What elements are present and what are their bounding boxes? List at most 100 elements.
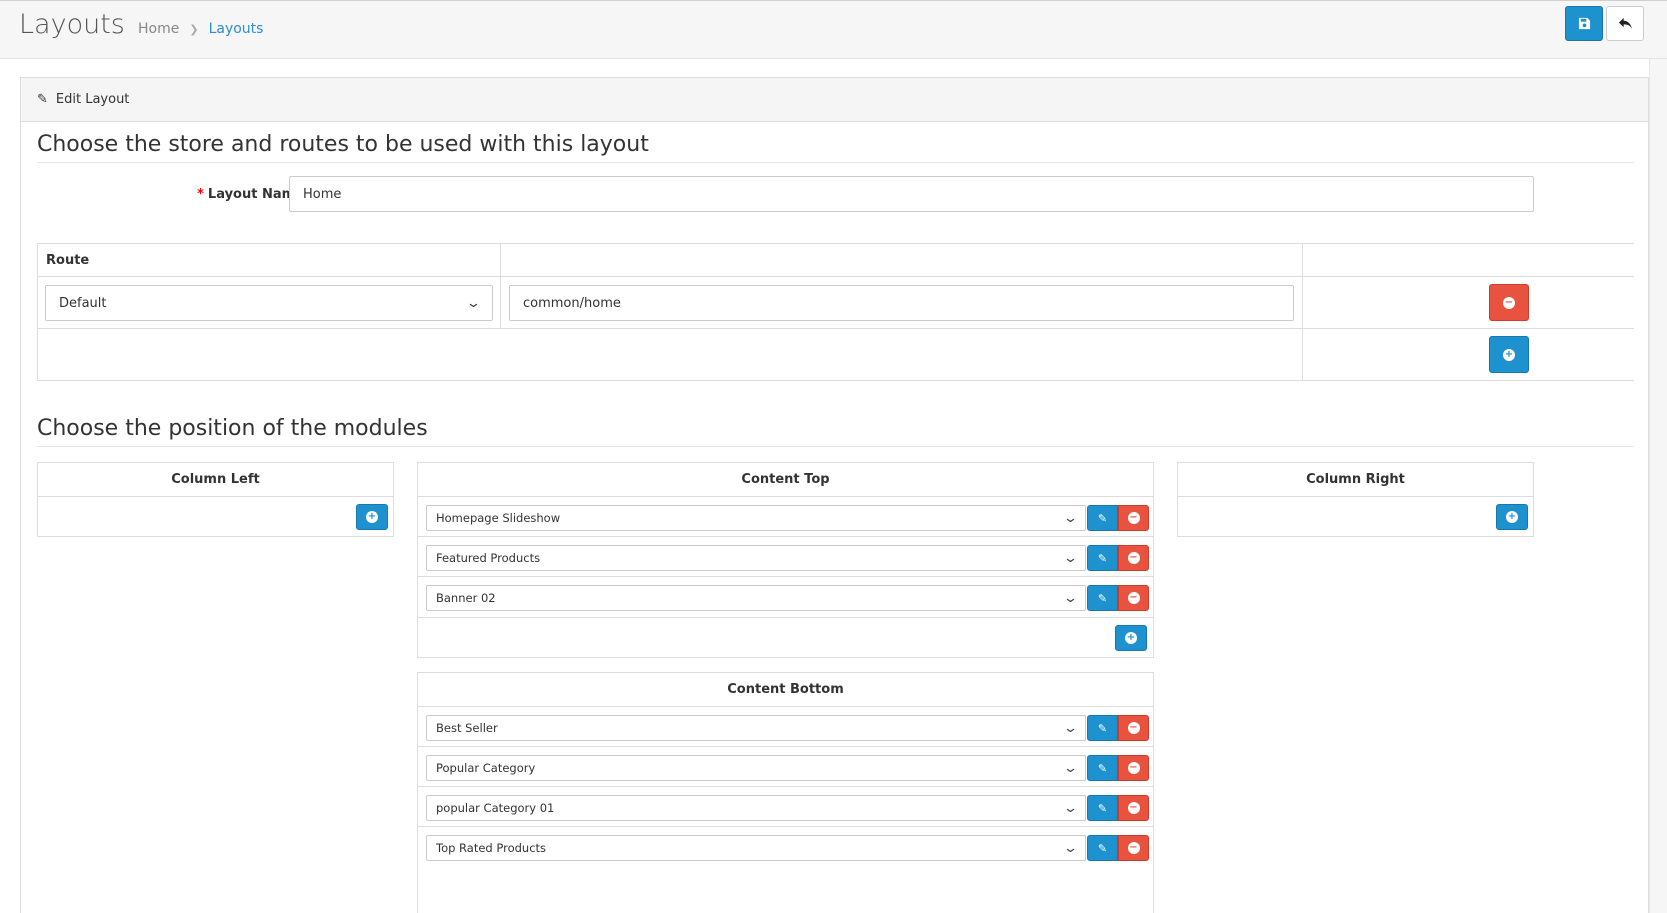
pencil-icon: ✎ — [37, 92, 48, 107]
minus-circle-icon: − — [1127, 722, 1140, 734]
module-select[interactable]: Best Seller ⌄ — [426, 715, 1086, 741]
column-left-footer: + — [38, 497, 393, 536]
module-select-value: Best Seller — [436, 721, 498, 735]
module-select[interactable]: popular Category 01 ⌄ — [426, 795, 1086, 821]
route-table: Route Default ⌄ common/home − + — [37, 243, 1634, 381]
chevron-down-icon: ⌄ — [1062, 510, 1079, 526]
module-select[interactable]: Homepage Slideshow ⌄ — [426, 505, 1086, 531]
column-right-table: Column Right + — [1177, 462, 1534, 537]
add-module-button[interactable]: + — [1115, 625, 1147, 651]
content-top-header: Content Top — [418, 463, 1153, 497]
route-header-action — [1302, 244, 1634, 276]
remove-module-button[interactable]: − — [1118, 545, 1149, 571]
edit-module-button[interactable]: ✎ — [1087, 505, 1118, 531]
minus-circle-icon: − — [1127, 592, 1140, 604]
edit-module-button[interactable]: ✎ — [1087, 545, 1118, 571]
remove-module-button[interactable]: − — [1118, 795, 1149, 821]
back-button[interactable] — [1606, 6, 1644, 41]
pencil-icon: ✎ — [1097, 551, 1108, 565]
pencil-icon: ✎ — [1097, 721, 1108, 735]
route-action-cell: − — [1302, 277, 1634, 328]
module-select[interactable]: Featured Products ⌄ — [426, 545, 1086, 571]
chevron-down-icon: ⌄ — [1062, 590, 1079, 606]
chevron-down-icon: ⌄ — [1062, 840, 1079, 856]
route-input[interactable]: common/home — [509, 285, 1294, 321]
plus-circle-icon: + — [366, 511, 378, 523]
remove-module-button[interactable]: − — [1118, 835, 1149, 861]
required-asterisk: * — [197, 187, 204, 202]
chevron-down-icon: ⌄ — [465, 295, 482, 311]
page-header: Layouts Home ❯ Layouts — [0, 0, 1667, 59]
save-button[interactable] — [1565, 6, 1603, 41]
module-row: Top Rated Products ⌄ ✎ − — [418, 827, 1153, 867]
remove-module-button[interactable]: − — [1118, 755, 1149, 781]
panel-heading: ✎ Edit Layout — [21, 78, 1648, 122]
edit-module-button[interactable]: ✎ — [1087, 585, 1118, 611]
content-top-footer: + — [418, 618, 1153, 657]
reply-icon — [1618, 17, 1632, 30]
module-row: popular Category 01 ⌄ ✎ − — [418, 787, 1153, 827]
content-bottom-table: Content Bottom Best Seller ⌄ ✎ − Popular … — [417, 672, 1154, 913]
remove-module-button[interactable]: − — [1118, 585, 1149, 611]
plus-circle-icon: + — [1506, 511, 1518, 523]
route-table-header: Route — [37, 244, 1634, 277]
edit-module-button[interactable]: ✎ — [1087, 755, 1118, 781]
column-right-header: Column Right — [1178, 463, 1533, 497]
store-section-title: Choose the store and routes to be used w… — [37, 132, 649, 157]
module-select[interactable]: Banner 02 ⌄ — [426, 585, 1086, 611]
add-module-button[interactable]: + — [356, 504, 388, 530]
module-select[interactable]: Top Rated Products ⌄ — [426, 835, 1086, 861]
panel-heading-label: Edit Layout — [55, 92, 130, 107]
breadcrumb-layouts-link[interactable]: Layouts — [209, 21, 264, 37]
minus-circle-icon: − — [1503, 296, 1515, 309]
column-left-header: Column Left — [38, 463, 393, 497]
layout-name-input[interactable]: Home — [289, 176, 1534, 212]
edit-module-button[interactable]: ✎ — [1087, 795, 1118, 821]
plus-circle-icon: + — [1125, 632, 1137, 644]
remove-module-button[interactable]: − — [1118, 505, 1149, 531]
module-select[interactable]: Popular Category ⌄ — [426, 755, 1086, 781]
minus-circle-icon: − — [1127, 552, 1140, 564]
pencil-icon: ✎ — [1097, 591, 1108, 605]
save-icon — [1578, 17, 1590, 30]
store-select-value: Default — [59, 295, 107, 311]
column-right-footer: + — [1178, 497, 1533, 536]
add-module-button[interactable]: + — [1496, 504, 1528, 530]
store-select[interactable]: Default ⌄ — [45, 285, 493, 321]
remove-module-button[interactable]: − — [1118, 715, 1149, 741]
minus-circle-icon: − — [1127, 512, 1140, 524]
content-bottom-header: Content Bottom — [418, 673, 1153, 707]
route-footer-action: + — [1302, 329, 1634, 380]
chevron-right-icon: ❯ — [189, 22, 199, 36]
pencil-icon: ✎ — [1097, 761, 1108, 775]
edit-module-button[interactable]: ✎ — [1087, 835, 1118, 861]
scrollbar-track[interactable] — [1649, 59, 1667, 913]
chevron-down-icon: ⌄ — [1062, 800, 1079, 816]
page-title: Layouts — [19, 9, 125, 40]
modules-section-title: Choose the position of the modules — [37, 416, 428, 441]
module-row: Popular Category ⌄ ✎ − — [418, 747, 1153, 787]
plus-circle-icon: + — [1503, 348, 1515, 361]
minus-circle-icon: − — [1127, 802, 1140, 814]
remove-route-button[interactable]: − — [1489, 284, 1529, 321]
route-table-row: Default ⌄ common/home − — [37, 277, 1634, 329]
route-value-cell: common/home — [500, 277, 1302, 328]
module-row: Banner 02 ⌄ ✎ − — [418, 577, 1153, 618]
module-select-value: Featured Products — [436, 551, 541, 565]
content-top-table: Content Top Homepage Slideshow ⌄ ✎ − Feat… — [417, 462, 1154, 658]
module-select-value: popular Category 01 — [436, 801, 555, 815]
pencil-icon: ✎ — [1097, 841, 1108, 855]
add-route-button[interactable]: + — [1489, 336, 1529, 373]
route-table-footer: + — [37, 329, 1634, 381]
edit-module-button[interactable]: ✎ — [1087, 715, 1118, 741]
layout-name-label: * Layout Name — [174, 187, 304, 202]
route-store-cell: Default ⌄ — [37, 277, 500, 328]
divider — [37, 162, 1634, 163]
pencil-icon: ✎ — [1097, 801, 1108, 815]
module-row: Featured Products ⌄ ✎ − — [418, 537, 1153, 577]
module-select-value: Popular Category — [436, 761, 536, 775]
route-header-empty — [500, 244, 1302, 276]
route-header-label: Route — [46, 253, 90, 268]
breadcrumb-home-link[interactable]: Home — [138, 21, 179, 37]
route-footer-empty — [37, 329, 1302, 380]
